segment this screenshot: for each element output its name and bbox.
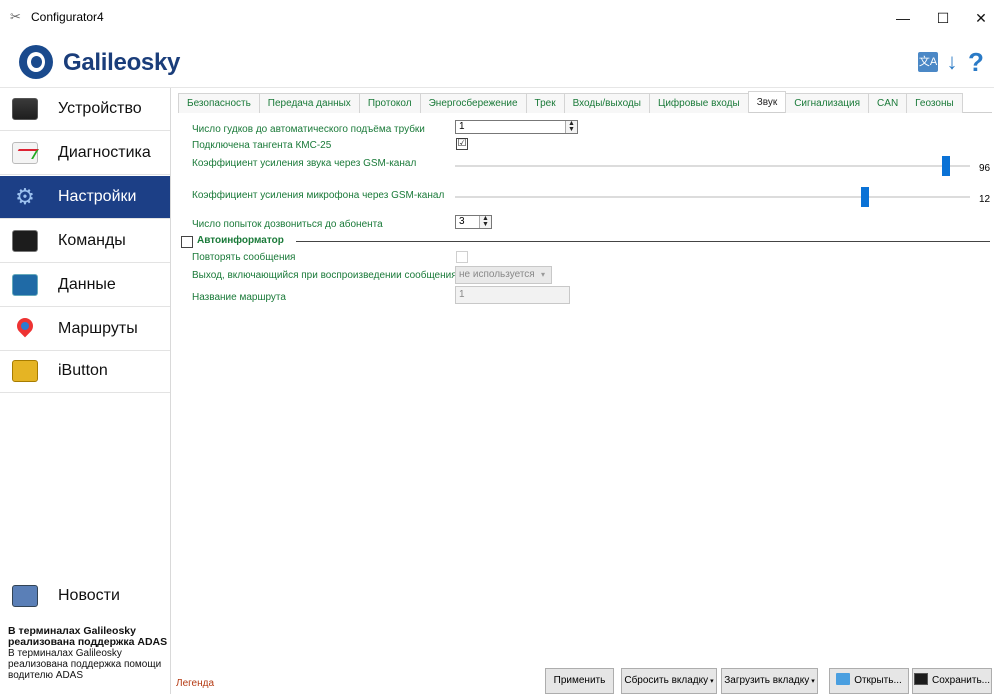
rings-value: 1 [459, 121, 465, 132]
kmc-checkbox[interactable]: ☑ [456, 138, 468, 150]
route-name-value: 1 [459, 289, 465, 300]
reset-tab-label: Сбросить вкладку [624, 675, 709, 686]
tab-digital-inputs[interactable]: Цифровые входы [648, 93, 749, 113]
gsm-speaker-gain-label: Коэффициент усиления звука через GSM-кан… [192, 158, 417, 169]
load-tab-label: Загрузить вкладку [724, 675, 810, 686]
legend-link[interactable]: Легенда [176, 678, 214, 689]
route-name-input[interactable]: 1 [455, 286, 570, 304]
dial-attempts-label: Число попыток дозвониться до абонента [192, 219, 383, 230]
gsm-mic-gain-value: 12 [979, 194, 991, 205]
playback-output-label: Выход, включающийся при воспроизведении … [192, 270, 457, 281]
sound-settings-panel: Число гудков до автоматического подъёма … [178, 114, 992, 664]
folder-icon [836, 673, 851, 685]
tab-protocol[interactable]: Протокол [358, 93, 421, 113]
chevron-down-icon: ▾ [811, 678, 815, 685]
save-button-label: Сохранить... [931, 675, 991, 686]
autoinformer-checkbox[interactable] [181, 236, 193, 248]
apply-button[interactable]: Применить [545, 668, 614, 694]
tab-data-transfer[interactable]: Передача данных [258, 93, 360, 113]
sidebar-item-data[interactable]: Данные [0, 264, 170, 307]
sidebar-item-settings[interactable]: ⚙ Настройки [0, 176, 170, 219]
sidebar-item-label: Новости [58, 587, 120, 604]
gsm-speaker-gain-value: 96 [979, 163, 991, 174]
sidebar-item-diagnostics[interactable]: Диагностика [0, 132, 170, 175]
title-bar: ✂ Configurator4 — ☐ ✕ [0, 0, 994, 34]
gsm-mic-gain-slider[interactable] [455, 187, 970, 207]
language-icon[interactable]: 文A [918, 52, 938, 72]
sidebar-item-ibutton[interactable]: iButton [0, 350, 170, 393]
dial-attempts-spinbox[interactable]: 3 ▲ ▼ [455, 215, 492, 229]
slider-thumb[interactable] [861, 187, 869, 207]
spin-arrows-icon[interactable]: ▲ ▼ [565, 120, 577, 133]
download-icon[interactable]: ↓ [942, 51, 962, 73]
tab-can[interactable]: CAN [868, 93, 908, 113]
news-body: В терминалах Galileosky реализована подд… [8, 648, 162, 681]
chevron-down-icon: ▾ [540, 270, 545, 279]
newspaper-icon [12, 585, 38, 607]
sidebar-item-news[interactable]: Новости [0, 576, 170, 616]
header: Galileosky 文A ↓ ? [0, 34, 994, 88]
tab-power-saving[interactable]: Энергосбережение [419, 93, 527, 113]
sidebar-item-label: Данные [58, 276, 116, 293]
sidebar-item-label: Устройство [58, 100, 142, 117]
open-button-label: Открыть... [854, 675, 902, 686]
rings-spinbox[interactable]: 1 ▲ ▼ [455, 120, 578, 134]
sidebar: Устройство Диагностика ⚙ Настройки Коман… [0, 88, 171, 694]
group-divider [296, 241, 990, 242]
terminal-icon [12, 230, 38, 252]
sidebar-item-label: Диагностика [58, 144, 151, 161]
kmc-label: Подключена тангента КМС-25 [192, 140, 332, 151]
sidebar-item-label: iButton [58, 362, 108, 379]
slider-track [455, 165, 970, 167]
repeat-messages-checkbox[interactable] [456, 251, 468, 263]
spin-arrows-icon[interactable]: ▲ ▼ [479, 215, 491, 228]
tab-alarm[interactable]: Сигнализация [785, 93, 870, 113]
galileosky-logo-icon [19, 45, 53, 79]
reset-tab-button[interactable]: Сбросить вкладку ▾ [621, 668, 717, 694]
chevron-down-icon: ▾ [710, 678, 714, 685]
load-tab-button[interactable]: Загрузить вкладку ▾ [721, 668, 818, 694]
playback-output-select[interactable]: не используется ▾ [455, 266, 552, 284]
sidebar-item-routes[interactable]: Маршруты [0, 308, 170, 351]
gsm-speaker-gain-slider[interactable] [455, 156, 970, 176]
autoinformer-group-title: Автоинформатор [197, 235, 288, 246]
tab-sound[interactable]: Звук [747, 91, 787, 112]
slider-track [455, 196, 970, 198]
app-icon: ✂ [10, 9, 21, 24]
sidebar-item-commands[interactable]: Команды [0, 220, 170, 263]
logo-text: Galileosky [63, 49, 181, 76]
sidebar-item-label: Команды [58, 232, 126, 249]
gsm-mic-gain-label: Коэффициент усиления микрофона через GSM… [192, 190, 445, 201]
rings-label: Число гудков до автоматического подъёма … [192, 124, 425, 135]
open-button[interactable]: Открыть... [829, 668, 909, 694]
dial-attempts-value: 3 [459, 216, 465, 227]
sidebar-item-device[interactable]: Устройство [0, 88, 170, 131]
floppy-disk-icon [913, 673, 928, 685]
gear-icon: ⚙ [15, 184, 35, 209]
header-actions: 文A ↓ ? [918, 49, 986, 75]
playback-output-value: не используется [459, 269, 535, 280]
slider-thumb[interactable] [942, 156, 950, 176]
window-title: Configurator4 [31, 10, 104, 24]
device-icon [12, 98, 38, 120]
save-button[interactable]: Сохранить... [912, 668, 992, 694]
tab-security[interactable]: Безопасность [178, 93, 260, 113]
map-pin-icon [12, 318, 38, 340]
sidebar-item-label: Маршруты [58, 320, 138, 337]
route-name-label: Название маршрута [192, 292, 286, 303]
tab-geozones[interactable]: Геозоны [906, 93, 963, 113]
news-preview[interactable]: В терминалах Galileosky реализована подд… [8, 625, 168, 682]
lock-icon [12, 360, 38, 382]
settings-tabs: Безопасность Передача данных Протокол Эн… [178, 91, 992, 113]
tab-inputs-outputs[interactable]: Входы/выходы [563, 93, 650, 113]
apply-button-label: Применить [553, 675, 606, 686]
repeat-messages-label: Повторять сообщения [192, 252, 296, 263]
help-icon[interactable]: ? [966, 49, 986, 75]
tab-track[interactable]: Трек [525, 93, 565, 113]
close-button[interactable]: ✕ [958, 4, 994, 32]
news-headline: В терминалах Galileosky реализована подд… [8, 625, 168, 648]
data-icon [12, 274, 38, 296]
diagnostics-icon [12, 142, 38, 164]
sidebar-item-label: Настройки [58, 188, 137, 205]
